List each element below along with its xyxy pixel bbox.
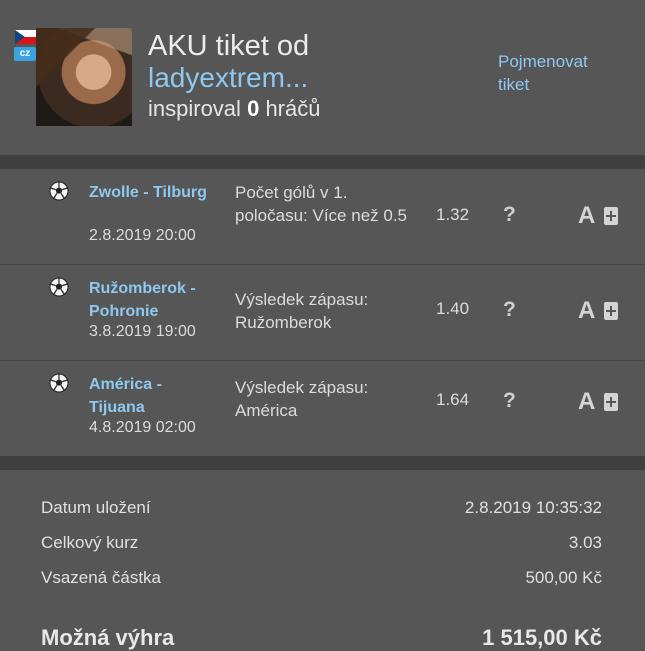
saved-date-label: Datum uložení xyxy=(41,498,151,517)
possible-win-value: 1 515,00 Kč xyxy=(482,625,602,650)
match-link[interactable]: Zwolle - Tilburg xyxy=(89,181,219,204)
add-to-ticket-icon[interactable] xyxy=(603,392,619,412)
add-to-ticket-icon[interactable] xyxy=(603,206,619,226)
match-link[interactable]: América - Tijuana xyxy=(89,373,219,419)
total-odds-value: 3.03 xyxy=(568,533,602,552)
question-mark-icon[interactable]: ? xyxy=(503,298,516,322)
language-badge: cz xyxy=(14,47,36,61)
divider xyxy=(0,456,645,470)
possible-win-label: Možná výhra xyxy=(41,625,175,650)
ticket-title: AKU tiket od xyxy=(148,30,310,62)
ticket-header: cz AKU tiket od ladyextrem... inspiroval… xyxy=(0,0,645,155)
bet-list: Zwolle - Tilburg 2.8.2019 20:00 Počet gó… xyxy=(0,169,645,457)
soccer-ball-icon xyxy=(49,277,69,297)
add-to-ticket-icon[interactable] xyxy=(603,301,619,321)
stake-label: Vsazená částka xyxy=(41,568,162,587)
bet-row: Zwolle - Tilburg 2.8.2019 20:00 Počet gó… xyxy=(0,169,645,265)
question-mark-icon[interactable]: ? xyxy=(503,203,516,227)
bet-odds: 1.64 xyxy=(436,390,470,409)
soccer-ball-icon xyxy=(49,181,69,201)
inspired-count: 0 xyxy=(247,96,260,121)
total-odds-label: Celkový kurz xyxy=(41,533,139,552)
match-date: 3.8.2019 19:00 xyxy=(89,323,196,340)
saved-date-value: 2.8.2019 10:35:32 xyxy=(464,498,602,517)
bet-odds: 1.32 xyxy=(436,205,470,224)
a-letter-icon[interactable]: A xyxy=(578,388,595,416)
bet-row: América - Tijuana 4.8.2019 02:00 Výslede… xyxy=(0,361,645,457)
divider xyxy=(0,155,645,169)
username-link[interactable]: ladyextrem... xyxy=(148,62,308,94)
inspired-text: inspiroval 0 hráčů xyxy=(148,96,320,122)
inspired-suffix: hráčů xyxy=(265,96,321,121)
bet-tip: Výsledek zápasu: Ružomberok xyxy=(235,290,369,332)
rename-ticket-link[interactable]: Pojmenovat tiket xyxy=(498,50,618,96)
match-date: 4.8.2019 02:00 xyxy=(89,419,196,436)
question-mark-icon[interactable]: ? xyxy=(503,389,516,413)
ticket-summary: Datum uložení 2.8.2019 10:35:32 Celkový … xyxy=(0,470,645,651)
bet-row: Ružomberok - Pohronie 3.8.2019 19:00 Výs… xyxy=(0,265,645,361)
bet-tip: Počet gólů v 1. poločasu: Více než 0.5 xyxy=(235,183,408,225)
bet-tip: Výsledek zápasu: América xyxy=(235,378,369,420)
match-link[interactable]: Ružomberok - Pohronie xyxy=(89,277,219,323)
soccer-ball-icon xyxy=(49,373,69,393)
avatar[interactable] xyxy=(36,28,132,126)
czech-flag-icon xyxy=(15,30,36,44)
stake-value: 500,00 Kč xyxy=(525,568,602,587)
a-letter-icon[interactable]: A xyxy=(578,297,595,325)
match-date: 2.8.2019 20:00 xyxy=(89,227,196,244)
a-letter-icon[interactable]: A xyxy=(578,202,595,230)
bet-odds: 1.40 xyxy=(436,299,470,318)
inspired-prefix: inspiroval xyxy=(148,96,241,121)
